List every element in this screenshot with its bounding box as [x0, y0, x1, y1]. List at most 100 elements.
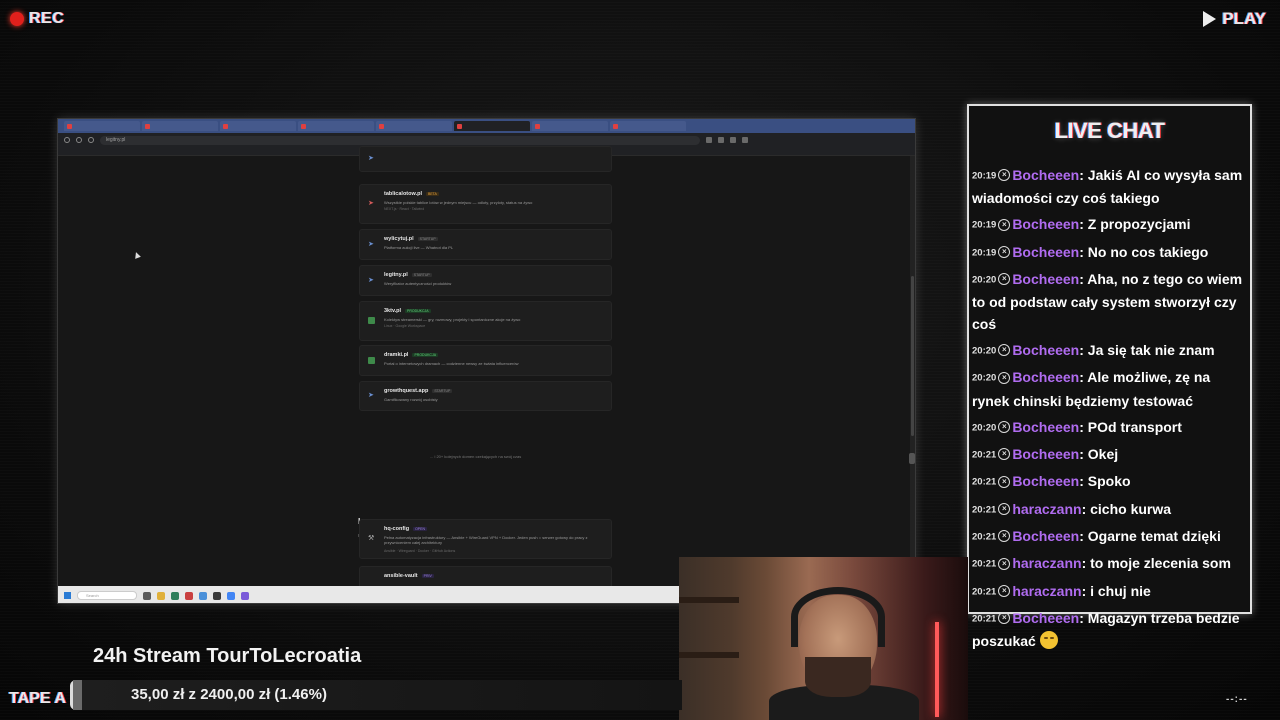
- taskbar-app-icon[interactable]: [241, 591, 249, 600]
- project-tech: Linux · Google Workspace: [384, 324, 426, 328]
- project-description: Portal o internetowych dramach — codzien…: [384, 361, 519, 366]
- project-name: 3ktv.pl PRODUKCJA: [384, 308, 431, 314]
- url-input[interactable]: legitny.pl: [100, 135, 700, 145]
- chat-text: : Spoko: [1079, 473, 1131, 490]
- browser-tab[interactable]: [610, 121, 686, 131]
- back-icon[interactable]: [64, 137, 70, 143]
- project-description: Kolektyw streamerski — gry, rozmowy, pro…: [384, 317, 521, 322]
- chat-timestamp: 20:21: [972, 585, 997, 597]
- chat-text: : cicho kurwa: [1081, 500, 1172, 517]
- tape-label: TAPE A: [9, 690, 66, 707]
- project-name-text: growthquest.app: [384, 388, 429, 394]
- terminal-icon[interactable]: [213, 591, 221, 600]
- chat-timestamp: 20:20: [972, 422, 997, 434]
- rocket-icon: ➤: [368, 200, 374, 207]
- project-card[interactable]: ➤ legitny.pl STARTUP Weryfikator autentyc…: [359, 265, 612, 296]
- browser-tab[interactable]: [64, 121, 140, 131]
- chat-username: Bocheeen: [1012, 527, 1080, 544]
- platform-badge-icon: ×: [998, 421, 1011, 434]
- chrome-icon[interactable]: [227, 591, 235, 600]
- chat-message: 20:21 × Bocheeen: Spoko: [972, 470, 1250, 493]
- extension-icon[interactable]: [706, 137, 712, 143]
- project-card[interactable]: ⚒ hq-config OPEN Pełna automatyzacja infr…: [359, 519, 612, 559]
- rocket-icon: ➤: [368, 240, 374, 248]
- chat-username: Bocheeen: [1012, 473, 1080, 490]
- chat-username: Bocheeen: [1012, 369, 1080, 386]
- donation-goal-bar: 35,00 zł z 2400,00 zł (1.46%): [70, 680, 682, 710]
- face-icon: [1039, 631, 1058, 650]
- extension-icon[interactable]: [718, 137, 724, 143]
- app-icon: [368, 317, 375, 324]
- browser-tab-active[interactable]: [454, 121, 530, 131]
- project-name-text: tablicalotow.pl: [384, 191, 422, 197]
- reload-icon[interactable]: [88, 137, 94, 143]
- chat-timestamp: 20:19: [972, 246, 997, 258]
- profile-icon[interactable]: [742, 137, 748, 143]
- chat-timestamp: 20:21: [972, 558, 997, 570]
- chat-text: : Ogarne temat dzięki: [1079, 527, 1221, 544]
- chat-timestamp: 20:21: [972, 613, 997, 625]
- platform-badge-icon: ×: [998, 344, 1011, 357]
- chat-username: Bocheeen: [1012, 270, 1080, 287]
- tape-counter: --:--: [1226, 694, 1248, 705]
- project-card[interactable]: ➤ tablicalotow.pl BETA Wszystkie polskie …: [359, 184, 612, 224]
- project-name-text: dramki.pl: [384, 352, 409, 358]
- platform-badge-icon: ×: [998, 245, 1011, 258]
- taskbar-search[interactable]: Search: [77, 591, 137, 600]
- status-badge: PRIV: [421, 573, 434, 578]
- page-scrollbar[interactable]: [910, 156, 915, 586]
- project-description: Platforma aukcji live — Whatnot dla PL: [384, 245, 454, 250]
- taskbar-app-icon[interactable]: [171, 591, 179, 600]
- scroll-thumb[interactable]: [911, 276, 914, 436]
- project-card[interactable]: 3ktv.pl PRODUKCJA Kolektyw streamerski — …: [359, 301, 612, 341]
- chat-username: Bocheeen: [1012, 446, 1080, 463]
- shelf: [679, 652, 739, 658]
- browser-tab[interactable]: [532, 121, 608, 131]
- browser-tab[interactable]: [142, 121, 218, 131]
- rocket-icon: ➤: [368, 392, 374, 399]
- project-name: tablicalotow.pl BETA: [384, 191, 439, 197]
- rec-label: REC: [29, 10, 65, 27]
- platform-badge-icon: ×: [998, 584, 1011, 597]
- tab-favicon-icon: [301, 123, 306, 129]
- chat-username: haraczann: [1012, 500, 1082, 517]
- chat-timestamp: 20:21: [972, 531, 997, 543]
- tab-favicon-icon: [223, 123, 228, 129]
- folder-icon[interactable]: [157, 591, 165, 600]
- extension-icon[interactable]: [730, 137, 736, 143]
- browser-icon[interactable]: [199, 591, 207, 600]
- goal-text: 35,00 zł z 2400,00 zł (1.46%): [131, 686, 327, 703]
- record-dot-icon: [10, 12, 24, 26]
- browser-tab[interactable]: [376, 121, 452, 131]
- webcam-feed: [679, 557, 968, 720]
- chat-message-list: 20:19 × Bocheeen: Jakiś AI co wysyła sam w…: [972, 164, 1250, 656]
- project-card[interactable]: dramki.pl PRODUKCJA Portal o internetowyc…: [359, 345, 612, 376]
- project-name-text: hq-config: [384, 526, 410, 532]
- project-card[interactable]: ➤ growthquest.app STARTUP Gamifikowany ro…: [359, 381, 612, 411]
- chat-message: 20:21 × Bocheeen: Magazyn trzeba bedzie po…: [972, 607, 1250, 652]
- project-name: dramki.pl PRODUKCJA: [384, 352, 439, 358]
- forward-icon[interactable]: [76, 137, 82, 143]
- chat-text: : No no cos takiego: [1079, 243, 1209, 260]
- status-badge: STARTUP: [411, 272, 432, 277]
- start-icon[interactable]: [64, 592, 71, 599]
- mouse-cursor-icon: [133, 251, 141, 259]
- browser-tab[interactable]: [298, 121, 374, 131]
- chat-title: LIVE CHAT: [1054, 118, 1165, 143]
- chat-timestamp: 20:21: [972, 503, 997, 515]
- project-description: Gamifikowany rozwój osobisty: [384, 397, 438, 402]
- chat-timestamp: 20:19: [972, 170, 997, 182]
- project-name-text: 3ktv.pl: [384, 308, 402, 314]
- browser-tab[interactable]: [220, 121, 296, 131]
- taskbar-app-icon[interactable]: [143, 591, 151, 600]
- rocket-icon: ➤: [368, 276, 374, 284]
- chat-username: Bocheeen: [1012, 342, 1080, 359]
- status-badge: PRODUKCJA: [405, 308, 431, 313]
- chat-message: 20:21 × Bocheeen: Okej: [972, 443, 1250, 466]
- project-card[interactable]: ➤ wylicytuj.pl STARTUP Platforma aukcji l…: [359, 229, 612, 260]
- project-card-partial[interactable]: ➤: [359, 146, 612, 172]
- taskbar-app-icon[interactable]: [185, 591, 193, 600]
- scroll-marker[interactable]: [909, 453, 915, 464]
- app-icon: [368, 356, 375, 364]
- project-name-text: legitny.pl: [384, 272, 408, 278]
